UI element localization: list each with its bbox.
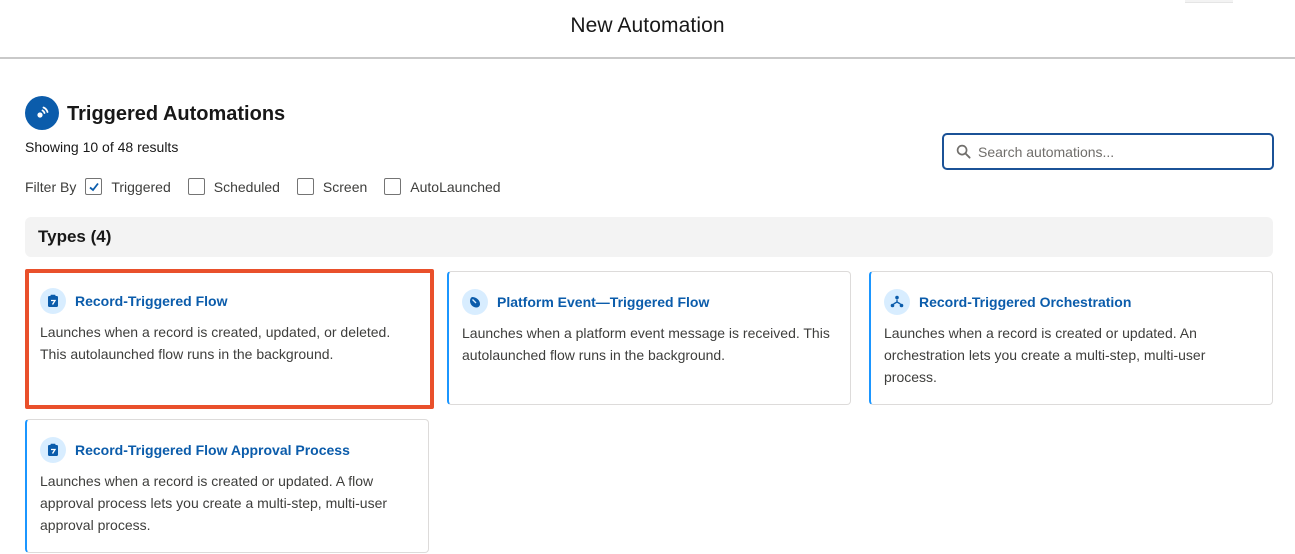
- modal-header: New Automation: [0, 0, 1295, 59]
- card-desc-line: approval process lets you create a multi…: [40, 495, 388, 511]
- card-desc-line: approval process.: [40, 517, 151, 533]
- filter-autolaunched[interactable]: AutoLaunched: [384, 178, 501, 195]
- card-desc-line: Launches when a record is created or upd…: [40, 473, 374, 489]
- section-title: Triggered Automations: [67, 102, 286, 125]
- type-card-record-triggered-orchestration[interactable]: Record-Triggered Orchestration Launches …: [869, 271, 1273, 405]
- search-icon: [956, 144, 971, 159]
- card-description: Launches when a record is created or upd…: [884, 322, 1205, 388]
- card-desc-line: Launches when a record is created or upd…: [884, 325, 1197, 341]
- checkbox-screen[interactable]: [296, 178, 314, 195]
- type-card-record-triggered-flow[interactable]: Record-Triggered Flow Launches when a re…: [25, 269, 434, 409]
- signal-wave-icon: [25, 96, 59, 130]
- close-tab[interactable]: [1185, 0, 1233, 3]
- card-desc-line: autolaunched flow runs in the background…: [462, 347, 726, 363]
- filter-row: Filter By Triggered Scheduled Screen Aut…: [25, 178, 518, 195]
- card-description: Launches when a record is created or upd…: [40, 470, 387, 536]
- types-title: Types (4): [38, 227, 112, 246]
- filter-scheduled[interactable]: Scheduled: [187, 178, 280, 195]
- filter-label-screen: Screen: [322, 178, 368, 195]
- card-title[interactable]: Record-Triggered Orchestration: [919, 294, 1131, 310]
- card-desc-line: orchestration lets you create a multi-st…: [884, 347, 1206, 363]
- card-desc-line: process.: [884, 369, 937, 385]
- card-title[interactable]: Record-Triggered Flow Approval Process: [75, 442, 350, 458]
- card-desc-line: This autolaunched flow runs in the backg…: [40, 346, 334, 362]
- results-count: Showing 10 of 48 results: [25, 139, 179, 155]
- filter-triggered[interactable]: Triggered: [85, 178, 171, 195]
- filter-label-triggered: Triggered: [111, 178, 171, 195]
- card-description: Launches when a platform event message i…: [462, 322, 830, 366]
- card-description: Launches when a record is created, updat…: [40, 321, 390, 365]
- checkbox-autolaunched[interactable]: [384, 178, 402, 195]
- orchestration-icon: [884, 289, 910, 315]
- search-box[interactable]: [942, 133, 1274, 170]
- card-header: Record-Triggered Flow Approval Process: [40, 437, 350, 463]
- card-header: Record-Triggered Orchestration: [884, 289, 1131, 315]
- check-icon: [89, 182, 99, 191]
- card-desc-line: Launches when a platform event message i…: [462, 325, 830, 341]
- checkbox-triggered[interactable]: [85, 178, 103, 195]
- card-title[interactable]: Record-Triggered Flow: [75, 293, 227, 309]
- card-header: Record-Triggered Flow: [40, 288, 227, 314]
- checkbox-scheduled[interactable]: [187, 178, 205, 195]
- filter-label-autolaunched: AutoLaunched: [410, 178, 501, 195]
- type-card-platform-event-flow[interactable]: Platform Event—Triggered Flow Launches w…: [447, 271, 851, 405]
- search-input[interactable]: [978, 143, 1258, 160]
- card-desc-line: Launches when a record is created, updat…: [40, 324, 391, 340]
- modal-title: New Automation: [570, 13, 725, 37]
- types-header: Types (4): [25, 217, 1273, 257]
- record-flow-icon: [40, 288, 66, 314]
- platform-event-icon: [462, 289, 488, 315]
- filter-screen[interactable]: Screen: [296, 178, 368, 195]
- card-title[interactable]: Platform Event—Triggered Flow: [497, 294, 709, 310]
- record-flow-icon: [40, 437, 66, 463]
- filter-label: Filter By: [25, 178, 77, 195]
- section-header: Triggered Automations: [25, 96, 285, 130]
- filter-label-scheduled: Scheduled: [213, 178, 280, 195]
- type-card-record-triggered-flow-approval[interactable]: Record-Triggered Flow Approval Process L…: [25, 419, 429, 553]
- card-header: Platform Event—Triggered Flow: [462, 289, 709, 315]
